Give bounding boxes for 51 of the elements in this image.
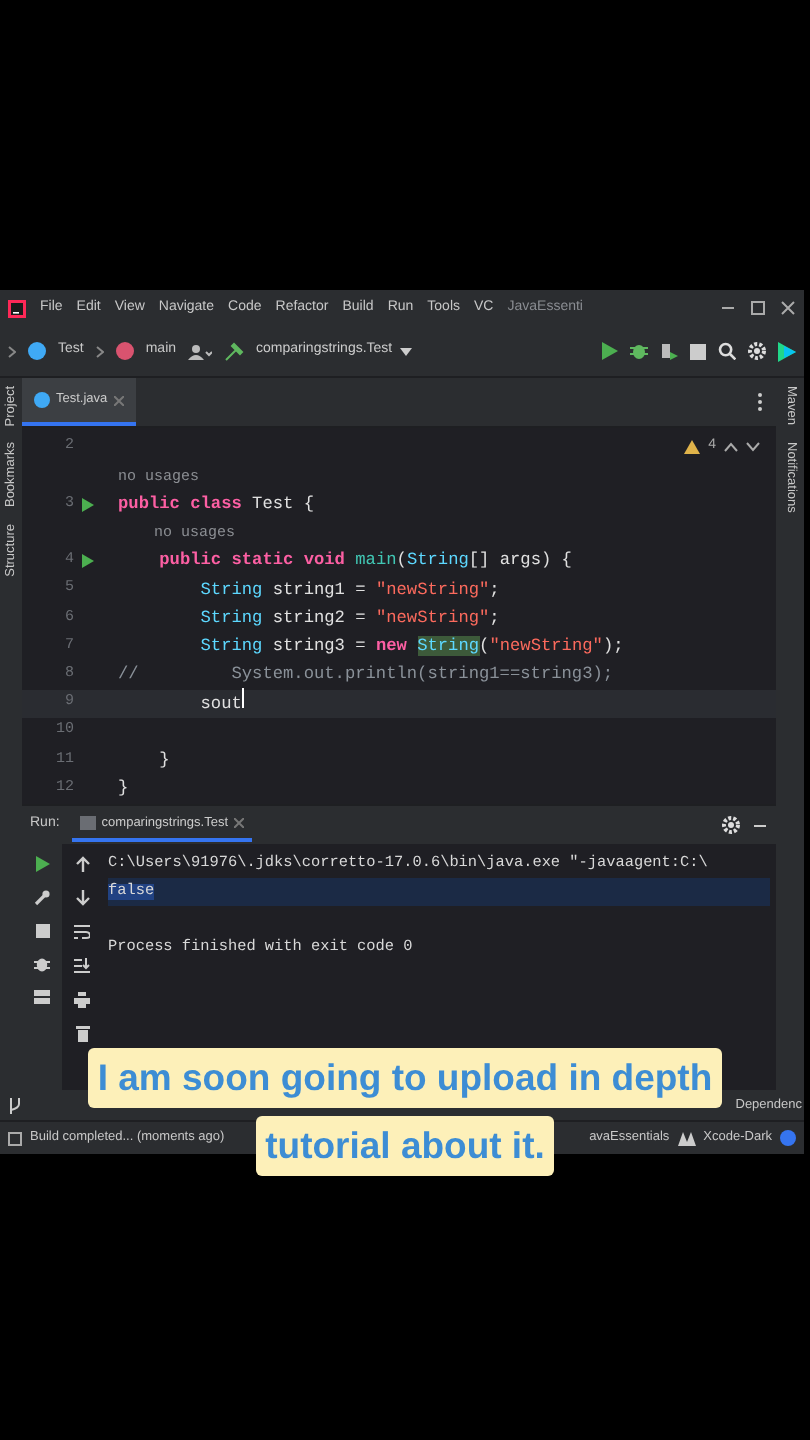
code-line: } bbox=[118, 775, 129, 802]
code-line: // System.out.println(string1==string3); bbox=[118, 662, 614, 689]
settings-icon[interactable] bbox=[722, 816, 740, 834]
bug-icon[interactable] bbox=[630, 342, 648, 360]
run-gutter-icon[interactable] bbox=[82, 554, 94, 569]
bug-icon[interactable] bbox=[34, 956, 50, 972]
class-icon bbox=[34, 392, 50, 408]
hammer-icon[interactable] bbox=[224, 341, 245, 361]
maximize-icon[interactable] bbox=[750, 300, 766, 316]
search-icon[interactable] bbox=[718, 342, 736, 360]
arrow-up-icon[interactable] bbox=[75, 856, 89, 872]
code-line: sout bbox=[118, 688, 244, 719]
layout-icon[interactable] bbox=[34, 990, 50, 1004]
close-icon[interactable] bbox=[780, 300, 796, 316]
arrow-down-icon[interactable] bbox=[75, 890, 89, 906]
code-line: String string1 = "newString"; bbox=[198, 577, 500, 603]
stop-icon[interactable] bbox=[690, 343, 706, 359]
warning-icon bbox=[684, 439, 701, 454]
soft-wrap-icon[interactable] bbox=[74, 924, 90, 940]
chevron-down-icon[interactable] bbox=[746, 441, 760, 452]
chevron-right-icon bbox=[95, 345, 104, 357]
chevron-up-icon[interactable] bbox=[724, 441, 738, 452]
play-icon[interactable] bbox=[602, 342, 618, 360]
plugin-logo-icon[interactable] bbox=[778, 341, 796, 361]
app-logo-icon bbox=[8, 299, 26, 317]
more-icon[interactable] bbox=[756, 392, 764, 412]
print-icon[interactable] bbox=[74, 992, 90, 1008]
branch-icon[interactable] bbox=[8, 1097, 22, 1113]
method-icon bbox=[115, 342, 134, 360]
code-line: public static void main(String[] args) { bbox=[157, 548, 572, 575]
caret-icon bbox=[400, 347, 413, 355]
coverage-icon[interactable] bbox=[660, 342, 678, 360]
close-icon[interactable] bbox=[234, 818, 245, 828]
code-line: String string2 = "newString"; bbox=[198, 605, 500, 632]
console-icon bbox=[79, 816, 96, 830]
class-icon bbox=[28, 342, 46, 360]
status-toggle-icon[interactable] bbox=[8, 1131, 22, 1145]
settings-icon[interactable] bbox=[748, 342, 766, 360]
trash-icon[interactable] bbox=[75, 1026, 89, 1042]
scroll-end-icon[interactable] bbox=[74, 958, 90, 974]
play-icon[interactable] bbox=[35, 856, 49, 872]
stop-icon[interactable] bbox=[35, 924, 49, 938]
user-icon[interactable] bbox=[188, 343, 213, 359]
theme-icon bbox=[677, 1131, 696, 1145]
status-dot-icon bbox=[780, 1130, 796, 1146]
chevron-right-icon bbox=[8, 345, 16, 357]
code-line: String string3 = new String("newString"); bbox=[198, 633, 624, 660]
run-gutter-icon[interactable] bbox=[82, 497, 94, 512]
code-line: } bbox=[157, 747, 170, 774]
code-line: public class Test { bbox=[118, 492, 314, 518]
wrench-icon[interactable] bbox=[34, 890, 50, 906]
